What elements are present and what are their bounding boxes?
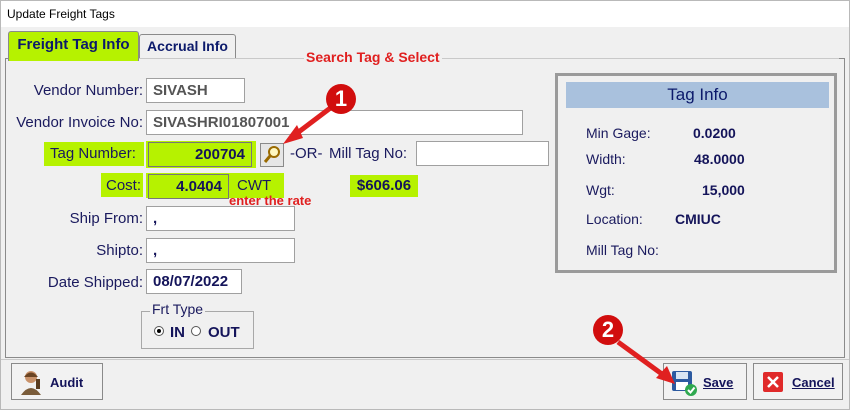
tab-freight-tag-info[interactable]: Freight Tag Info xyxy=(8,31,139,61)
annotation-arrow-2 xyxy=(616,339,668,380)
update-freight-tags-window: Update Freight Tags Freight Tag Info Acc… xyxy=(0,0,850,410)
annotation-arrows xyxy=(283,104,675,384)
step-2-badge: 2 xyxy=(593,315,623,345)
step-1-badge: 1 xyxy=(326,84,356,114)
